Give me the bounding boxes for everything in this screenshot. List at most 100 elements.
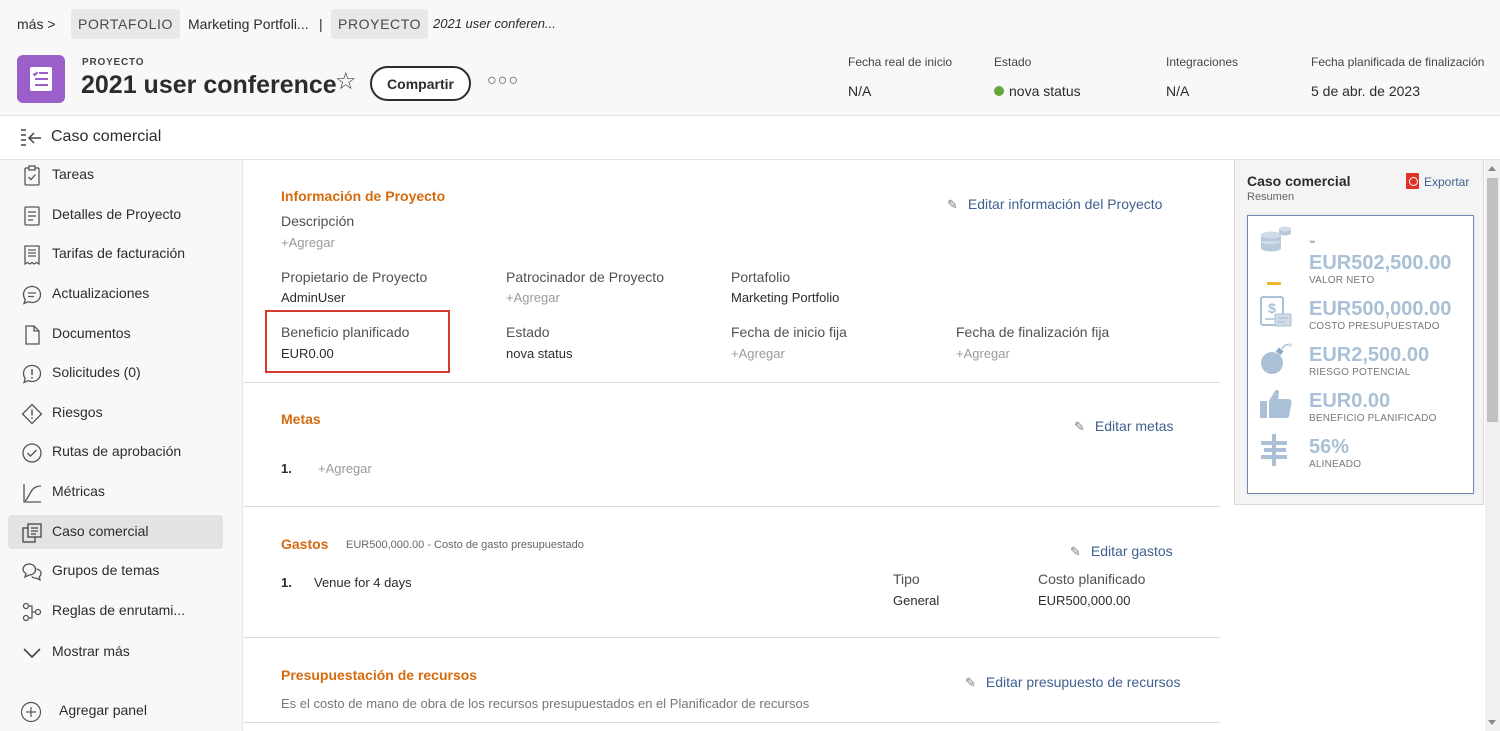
- task-icon: [24, 165, 40, 186]
- sidebar-item-caso-comercial[interactable]: Caso comercial: [8, 515, 223, 549]
- expense-cost-label: Costo planificado: [1038, 571, 1146, 587]
- alignment-percent: 56%: [1309, 436, 1350, 458]
- sidebar-item-label: Rutas de aprobación: [52, 443, 182, 459]
- favorite-star-icon[interactable]: ☆: [335, 70, 357, 94]
- collapse-panel-icon[interactable]: [20, 128, 42, 148]
- add-panel-button[interactable]: Agregar panel: [14, 694, 229, 728]
- sidebar-item-label: Tareas: [52, 166, 95, 182]
- invoice-icon: $: [1260, 296, 1292, 327]
- sidebar-item-label: Actualizaciones: [52, 285, 150, 301]
- breadcrumb: más > PORTAFOLIO Marketing Portfoli... |…: [0, 0, 1500, 48]
- expense-type-label: Tipo: [893, 571, 920, 587]
- pencil-icon: ✎: [1074, 419, 1085, 434]
- project-header: PROYECTO 2021 user conference ☆ Comparti…: [0, 48, 1500, 116]
- section-divider: [244, 722, 1220, 723]
- billing-icon: [24, 245, 40, 266]
- sidebar-item-documentos[interactable]: Documentos: [8, 317, 223, 351]
- breadcrumb-project-link[interactable]: 2021 user conferen...: [433, 9, 556, 39]
- net-value-indicator-icon: [1267, 282, 1281, 285]
- scroll-up-icon[interactable]: [1488, 166, 1496, 171]
- sidebar-item-label: Grupos de temas: [52, 562, 160, 578]
- fixed-end-add-link[interactable]: +Agregar: [956, 346, 1010, 361]
- scrollbar-thumb[interactable]: [1487, 178, 1498, 422]
- main-content: Información de Proyecto ✎ Editar informac…: [244, 160, 1220, 731]
- page-scrollbar[interactable]: [1485, 160, 1500, 731]
- breadcrumb-portfolio-link[interactable]: Marketing Portfoli...: [188, 9, 309, 39]
- topic-groups-icon: [22, 563, 42, 582]
- breadcrumb-more[interactable]: más >: [17, 9, 56, 39]
- status-text: nova status: [1009, 83, 1081, 99]
- budgeted-cost-label: COSTO PRESUPUESTADO: [1309, 321, 1440, 332]
- more-options-icon[interactable]: ○○○: [487, 72, 519, 90]
- pencil-icon: ✎: [1070, 544, 1081, 559]
- sidebar-item-reglas-enrutamiento[interactable]: Reglas de enrutami...: [8, 594, 223, 628]
- sidebar-item-label: Documentos: [52, 325, 131, 341]
- sidebar-item-actualizaciones[interactable]: Actualizaciones: [8, 277, 223, 311]
- owner-label: Propietario de Proyecto: [281, 269, 428, 285]
- edit-expenses-link[interactable]: ✎ Editar gastos: [1070, 543, 1173, 560]
- sidebar-item-tareas[interactable]: Tareas: [8, 158, 223, 192]
- sidebar-item-label: Tarifas de facturación: [52, 245, 186, 261]
- status-label: Estado: [994, 55, 1032, 69]
- scroll-down-icon[interactable]: [1488, 720, 1496, 725]
- planned-benefit-summary-amount: EUR0.00: [1309, 390, 1391, 412]
- sidebar-item-rutas-aprobacion[interactable]: Rutas de aprobación: [8, 435, 223, 469]
- edit-expenses-label: Editar gastos: [1090, 543, 1173, 559]
- edit-resource-budget-link[interactable]: ✎ Editar presupuesto de recursos: [965, 674, 1180, 691]
- sidebar-item-metricas[interactable]: Métricas: [8, 475, 223, 509]
- sponsor-add-link[interactable]: +Agregar: [506, 290, 560, 305]
- planned-completion-label: Fecha planificada de finalización: [1311, 55, 1485, 69]
- show-more-label: Mostrar más: [52, 643, 130, 659]
- section-divider: [244, 382, 1220, 383]
- sidebar-item-solicitudes[interactable]: Solicitudes (0): [8, 356, 223, 390]
- sidebar-item-detalles[interactable]: Detalles de Proyecto: [8, 198, 223, 232]
- edit-project-info-link[interactable]: ✎ Editar información del Proyecto: [947, 196, 1162, 213]
- share-button[interactable]: Compartir: [370, 66, 471, 101]
- section-title: Caso comercial: [51, 128, 162, 145]
- status-value[interactable]: nova status: [994, 83, 1081, 99]
- project-icon: [17, 55, 65, 103]
- actual-start-value: N/A: [848, 83, 872, 99]
- planned-benefit-value: EUR0.00: [281, 346, 334, 361]
- goal-number: 1.: [281, 461, 292, 476]
- section-bar: Caso comercial: [0, 117, 1500, 160]
- expense-cost-value: EUR500,000.00: [1038, 593, 1131, 608]
- page-title: 2021 user conference: [81, 71, 337, 99]
- project-kind-label: PROYECTO: [82, 57, 145, 68]
- sidebar-item-label: Solicitudes (0): [52, 364, 141, 380]
- fixed-start-add-link[interactable]: +Agregar: [731, 346, 785, 361]
- sidebar-item-label: Caso comercial: [52, 523, 149, 539]
- goal-add-link[interactable]: +Agregar: [318, 461, 372, 476]
- net-value-label: VALOR NETO: [1309, 275, 1375, 286]
- fixed-end-label: Fecha de finalización fija: [956, 324, 1110, 340]
- actual-start-label: Fecha real de inicio: [848, 55, 953, 69]
- sidebar-item-grupos-temas[interactable]: Grupos de temas: [8, 554, 223, 588]
- sidebar-item-riesgos[interactable]: Riesgos: [8, 396, 223, 430]
- risk-icon: [21, 403, 43, 425]
- sidebar-item-label: Detalles de Proyecto: [52, 206, 182, 222]
- edit-goals-link[interactable]: ✎ Editar metas: [1074, 418, 1174, 435]
- thumbs-up-icon: [1260, 389, 1292, 418]
- alignment-icon: [1261, 434, 1287, 466]
- business-case-icon: [22, 523, 42, 543]
- breadcrumb-portfolio-tag: PORTAFOLIO: [71, 9, 180, 39]
- chevron-down-icon: [23, 648, 41, 659]
- coins-icon: [1261, 226, 1291, 252]
- summary-subtitle: Resumen: [1247, 191, 1295, 203]
- fixed-start-label: Fecha de inicio fija: [731, 324, 847, 340]
- description-add-link[interactable]: +Agregar: [281, 235, 335, 250]
- planned-benefit-highlight: [265, 310, 450, 373]
- show-more-button[interactable]: Mostrar más: [8, 635, 223, 669]
- sidebar-item-label: Reglas de enrutami...: [52, 602, 186, 618]
- sidebar: Tareas Detalles de Proyecto Tarifas de f…: [0, 160, 243, 731]
- expense-type-value: General: [893, 593, 940, 608]
- info-status-label: Estado: [506, 324, 550, 340]
- sidebar-item-tarifas[interactable]: Tarifas de facturación: [8, 237, 223, 271]
- potential-risk-label: RIESGO POTENCIAL: [1309, 367, 1411, 378]
- updates-icon: [22, 285, 42, 305]
- export-link[interactable]: Exportar: [1406, 173, 1469, 189]
- integrations-label: Integraciones: [1166, 55, 1239, 69]
- business-case-summary-panel: Caso comercial Resumen Exportar - EUR502…: [1234, 160, 1484, 505]
- status-dot-icon: [994, 86, 1004, 96]
- net-value-dash: -: [1309, 230, 1316, 252]
